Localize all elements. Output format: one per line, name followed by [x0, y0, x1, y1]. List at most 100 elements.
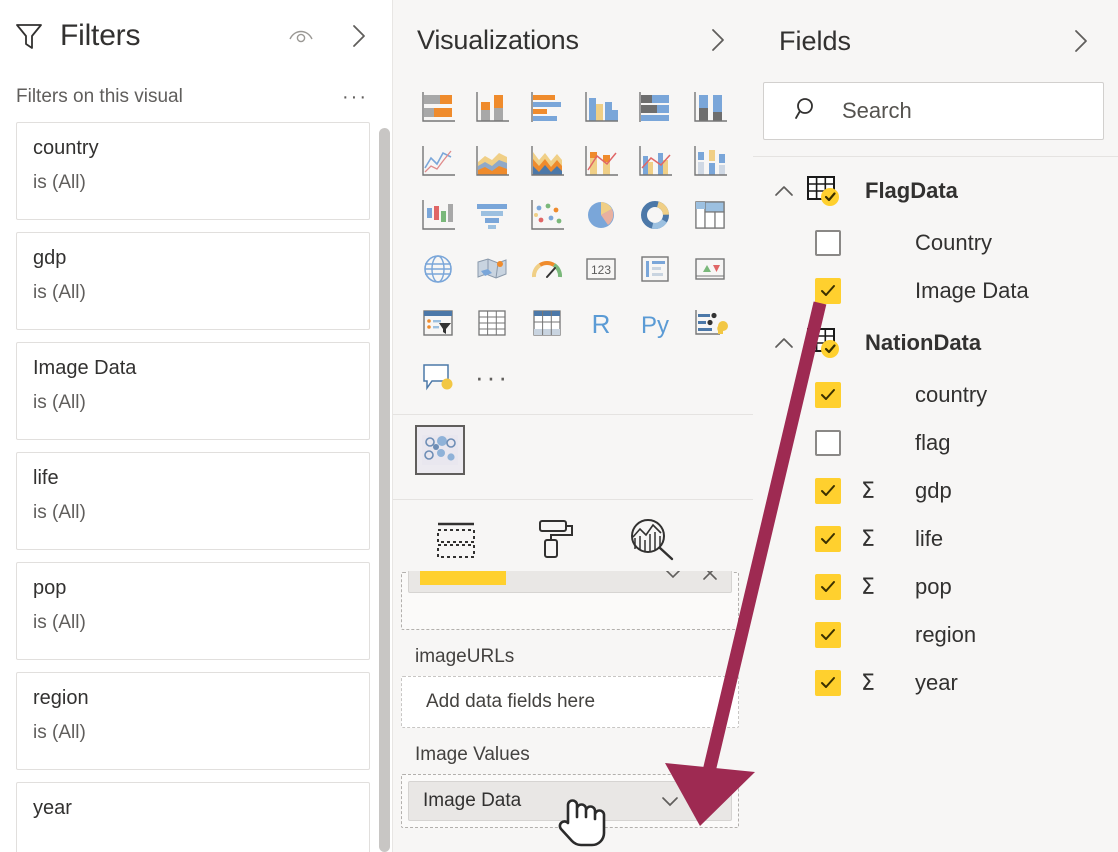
field-wells: region [393, 571, 753, 847]
filters-pane-header: Filters [0, 0, 392, 72]
visualizations-pane-title: Visualizations [417, 24, 579, 55]
filter-card-list: country is (All) gdp is (All) Image Data… [0, 118, 392, 852]
viz-100-percent-stacked-bar-chart-icon[interactable] [630, 84, 680, 130]
well-group-imageurls: imageURLs Add data fields here [401, 634, 739, 728]
viz-kpi-icon[interactable] [685, 246, 735, 292]
format-paint-roller-icon[interactable] [527, 516, 581, 562]
image-values-well-dropzone[interactable]: Image Data [401, 774, 739, 847]
field-row-gdp[interactable]: Σ gdp [753, 467, 1118, 515]
filter-card[interactable]: pop is (All) [16, 562, 370, 660]
filter-card[interactable]: Image Data is (All) [16, 342, 370, 440]
filter-condition: is (All) [33, 282, 86, 303]
viz-pie-chart-icon[interactable] [576, 192, 626, 238]
field-checkbox[interactable] [815, 526, 841, 552]
field-checkbox[interactable] [815, 574, 841, 600]
viz-line-chart-icon[interactable] [413, 138, 463, 184]
svg-text:R: R [592, 309, 611, 339]
viz-donut-chart-icon[interactable] [630, 192, 680, 238]
field-row-life[interactable]: Σ life [753, 515, 1118, 563]
filter-field-name: Image Data [33, 357, 137, 379]
field-row-region[interactable]: Σ region [753, 611, 1118, 659]
viz-q-and-a-icon[interactable] [413, 354, 463, 400]
viz-slicer-icon[interactable] [413, 300, 463, 346]
search-input[interactable]: Search [763, 82, 1104, 140]
field-row-flag[interactable]: Σ flag [753, 419, 1118, 467]
region-well-dropzone[interactable]: region [401, 571, 739, 630]
filters-more-options-icon[interactable]: ··· [342, 87, 374, 107]
viz-scatter-chart-icon[interactable] [522, 192, 572, 238]
viz-stacked-area-chart-icon[interactable] [522, 138, 572, 184]
fields-expand-chevron-right-icon[interactable] [1068, 28, 1094, 54]
viz-funnel-chart-icon[interactable] [467, 192, 517, 238]
field-name-label: pop [915, 574, 952, 599]
viz-area-chart-icon[interactable] [467, 138, 517, 184]
filters-expand-chevron-right-icon[interactable] [346, 23, 372, 49]
fields-tab-icon[interactable] [429, 516, 483, 562]
filter-condition: is (All) [33, 502, 86, 523]
viz-table-icon[interactable] [467, 300, 517, 346]
field-checkbox[interactable] [815, 622, 841, 648]
visualizations-expand-chevron-right-icon[interactable] [705, 27, 731, 53]
measure-sigma-icon: Σ [855, 431, 881, 456]
field-checkbox[interactable] [815, 430, 841, 456]
fields-table-nationdata[interactable]: NationData [753, 315, 1118, 371]
field-checkbox[interactable] [815, 478, 841, 504]
field-row-country-flagdata[interactable]: Σ Country [753, 219, 1118, 267]
viz-waterfall-chart-icon[interactable] [413, 192, 463, 238]
viz-stacked-bar-chart-icon[interactable] [413, 84, 463, 130]
field-checkbox[interactable] [815, 278, 841, 304]
viz-card-icon[interactable]: 123 [576, 246, 626, 292]
viz-gauge-icon[interactable] [522, 246, 572, 292]
visualization-type-gallery: 123 R Py ··· [393, 80, 753, 400]
viz-matrix-icon[interactable] [522, 300, 572, 346]
viz-treemap-icon[interactable] [685, 192, 735, 238]
fields-table-flagdata[interactable]: FlagData [753, 163, 1118, 219]
viz-ribbon-chart-icon[interactable] [685, 138, 735, 184]
viz-map-icon[interactable] [413, 246, 463, 292]
viz-r-script-visual-icon[interactable]: R [576, 300, 626, 346]
field-row-image-data[interactable]: Σ Image Data [753, 267, 1118, 315]
viz-more-options-icon[interactable]: ··· [467, 354, 517, 400]
chevron-down-icon[interactable] [659, 793, 681, 809]
field-checkbox[interactable] [815, 382, 841, 408]
field-row-year[interactable]: Σ year [753, 659, 1118, 707]
viz-stacked-column-chart-icon[interactable] [467, 84, 517, 130]
filters-header-actions [288, 23, 378, 49]
field-name-label: year [915, 670, 958, 695]
viz-clustered-column-chart-icon[interactable] [576, 84, 626, 130]
analytics-magnifier-icon[interactable] [625, 516, 679, 562]
fields-pane-title: Fields [779, 25, 852, 56]
field-checkbox[interactable] [815, 670, 841, 696]
viz-100-percent-stacked-column-chart-icon[interactable] [685, 84, 735, 130]
search-icon [794, 96, 820, 127]
chevron-up-icon[interactable] [767, 336, 801, 350]
filter-card[interactable]: gdp is (All) [16, 232, 370, 330]
field-chip-image-data[interactable]: Image Data [408, 781, 732, 821]
image-grid-custom-visual-icon[interactable] [415, 425, 465, 475]
viz-key-influencers-icon[interactable] [685, 300, 735, 346]
filter-card[interactable]: year [16, 782, 370, 852]
table-name-label: FlagData [865, 178, 958, 203]
viz-clustered-bar-chart-icon[interactable] [522, 84, 572, 130]
field-chip-label: Image Data [423, 790, 522, 811]
filter-card[interactable]: country is (All) [16, 122, 370, 220]
close-icon[interactable] [701, 571, 719, 582]
close-icon[interactable] [699, 791, 719, 811]
eye-icon[interactable] [288, 23, 314, 49]
field-row-pop[interactable]: Σ pop [753, 563, 1118, 611]
filter-card[interactable]: region is (All) [16, 672, 370, 770]
viz-multi-row-card-icon[interactable] [630, 246, 680, 292]
field-chip-actions [659, 791, 723, 811]
chevron-up-icon[interactable] [767, 184, 801, 198]
viz-line-and-stacked-column-chart-icon[interactable] [576, 138, 626, 184]
viz-filled-map-icon[interactable] [467, 246, 517, 292]
filter-card[interactable]: life is (All) [16, 452, 370, 550]
field-row-country[interactable]: Σ country [753, 371, 1118, 419]
filters-pane-scrollbar[interactable] [379, 128, 390, 852]
imageurls-well-dropzone[interactable]: Add data fields here [401, 676, 739, 728]
viz-python-visual-icon[interactable]: Py [630, 300, 680, 346]
well-placeholder-text: Add data fields here [426, 691, 596, 712]
field-checkbox[interactable] [815, 230, 841, 256]
chevron-down-icon[interactable] [663, 571, 683, 580]
viz-line-and-clustered-column-chart-icon[interactable] [630, 138, 680, 184]
